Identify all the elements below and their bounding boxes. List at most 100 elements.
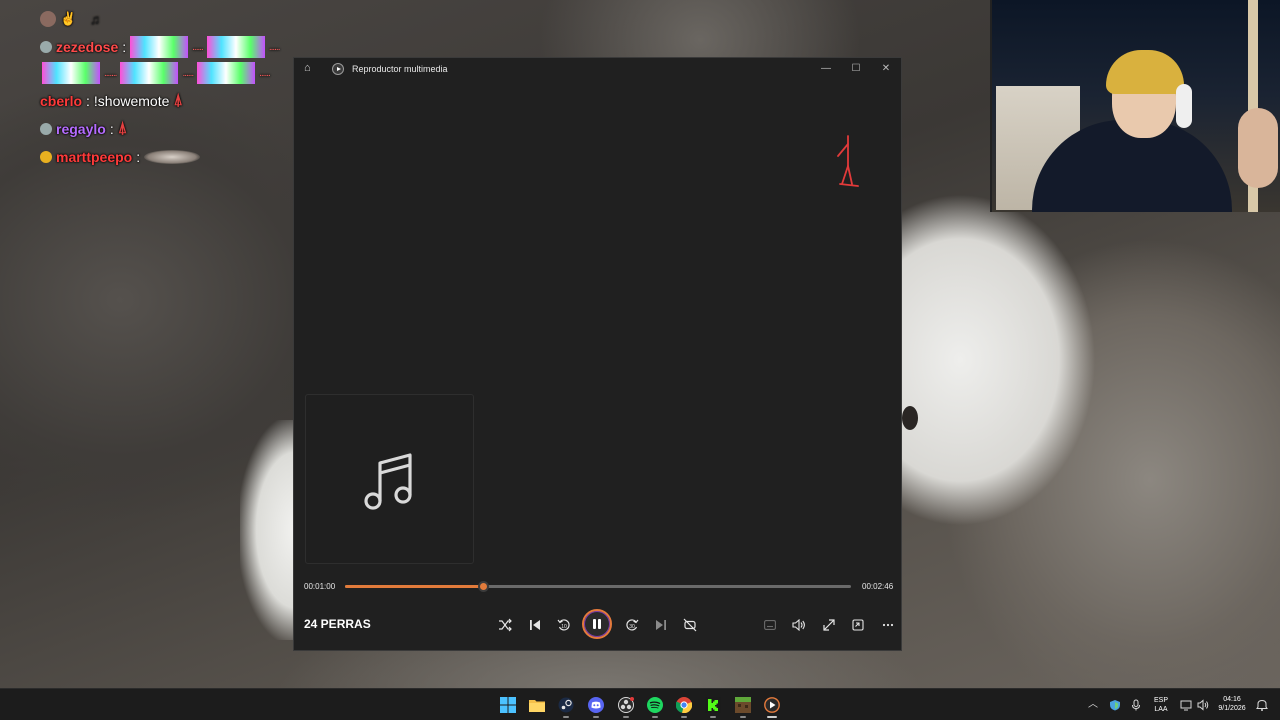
- webcam-overlay: [990, 0, 1280, 212]
- running-indicator: [652, 716, 658, 718]
- windows-start-icon: [500, 697, 516, 713]
- volume-button[interactable]: [789, 615, 809, 635]
- chat-colon: :: [109, 121, 114, 137]
- media-player-app-icon: [332, 63, 344, 75]
- minecraft-button[interactable]: [734, 696, 752, 714]
- music-note-icon: [364, 453, 412, 510]
- chat-username[interactable]: marttpeepo: [56, 149, 132, 165]
- keyboard-layout-code: LAA: [1154, 706, 1168, 713]
- media-player-window[interactable]: ⌂ Reproductor multimedia — ☐ ✕ 00:01:00: [293, 57, 902, 651]
- dots-emote-icon: ......: [268, 41, 281, 53]
- taskbar: ︿ ESP LAA 04:16 9/1/2026: [0, 688, 1280, 720]
- chat-line: cberlo: !showemote ⍋: [40, 90, 183, 112]
- home-icon[interactable]: ⌂: [304, 62, 311, 74]
- chat-username[interactable]: regaylo: [56, 121, 106, 137]
- media-player-taskbar-button[interactable]: [763, 696, 781, 714]
- chat-badge-icon: [40, 123, 52, 135]
- shuffle-icon: [499, 618, 512, 632]
- spotify-icon: [647, 697, 663, 713]
- svg-text:30: 30: [629, 624, 635, 630]
- chat-colon: :: [86, 93, 90, 109]
- chat-username[interactable]: zezedose: [56, 39, 118, 55]
- rainbow-emote-icon: [197, 62, 256, 84]
- running-indicator: [681, 716, 687, 718]
- chat-message: !showemote: [93, 93, 170, 109]
- chrome-icon: [676, 697, 692, 713]
- seek-thumb[interactable]: [477, 581, 489, 592]
- next-icon: [656, 620, 666, 630]
- previous-icon: [530, 620, 540, 630]
- maximize-button[interactable]: ☐: [841, 60, 871, 78]
- clock-date: 9/1/2026: [1218, 705, 1246, 712]
- chat-line: regaylo: ⍋: [40, 118, 127, 140]
- minecraft-icon: [735, 697, 751, 713]
- microphone-icon[interactable]: [1130, 699, 1142, 711]
- running-indicator: [740, 716, 746, 718]
- mini-player-button[interactable]: [848, 615, 868, 635]
- chat-colon: :: [136, 149, 141, 165]
- rainbow-emote-icon: [130, 36, 189, 58]
- spotify-button[interactable]: [646, 696, 664, 714]
- steam-button[interactable]: [557, 696, 575, 714]
- security-shield-icon[interactable]: [1109, 699, 1121, 711]
- rainbow-emote-icon: [120, 62, 179, 84]
- stickman-emote-icon: ⍋: [117, 120, 128, 137]
- kick-button[interactable]: [704, 696, 722, 714]
- forward-30-button[interactable]: 30: [622, 615, 642, 635]
- next-button[interactable]: [651, 615, 671, 635]
- language-code: ESP: [1153, 697, 1168, 704]
- window-title: Reproductor multimedia: [352, 64, 448, 74]
- fullscreen-button[interactable]: [819, 615, 839, 635]
- chat-badge-icon: [40, 41, 52, 53]
- folder-icon: [529, 700, 545, 712]
- chat-line: ....... ...... ......: [42, 62, 271, 84]
- pause-icon: [593, 619, 601, 629]
- chat-username[interactable]: cberlo: [40, 93, 82, 109]
- file-explorer-button[interactable]: [528, 696, 546, 714]
- emote-hands-icon: ✌: [60, 11, 77, 26]
- subtitles-button[interactable]: [760, 615, 780, 635]
- steam-icon: [558, 697, 574, 713]
- title-bar[interactable]: ⌂ Reproductor multimedia — ☐ ✕: [294, 58, 901, 80]
- kick-icon: [705, 697, 721, 713]
- repeat-off-icon: [683, 618, 697, 632]
- network-icon[interactable]: [1180, 699, 1192, 711]
- shuffle-button[interactable]: [495, 615, 515, 635]
- webcam-person-hand: [1238, 108, 1278, 188]
- seek-slider[interactable]: [345, 581, 851, 592]
- volume-icon: [792, 619, 805, 631]
- subtitles-icon: [764, 620, 776, 630]
- webcam-headphones: [1176, 84, 1192, 128]
- running-indicator: [710, 716, 716, 718]
- forward-30-icon: 30: [626, 619, 639, 631]
- album-art: [305, 394, 474, 564]
- discord-button[interactable]: [587, 696, 605, 714]
- chat-line: zezedose: ...... ......: [40, 36, 281, 58]
- input-language[interactable]: ESP LAA: [1150, 696, 1172, 714]
- close-button[interactable]: ✕: [871, 60, 901, 78]
- minimize-button[interactable]: —: [811, 60, 841, 78]
- track-title[interactable]: 24 PERRAS: [304, 617, 371, 631]
- dots-emote-icon: ......: [182, 67, 194, 79]
- time-total: 00:02:46: [862, 582, 894, 591]
- svg-text:10: 10: [561, 624, 567, 630]
- rewind-10-button[interactable]: 10: [554, 615, 574, 635]
- more-options-button[interactable]: [878, 615, 898, 635]
- music-emote-icon: ♫: [90, 11, 100, 27]
- dots-emote-icon: ......: [259, 67, 271, 79]
- chevron-up-icon[interactable]: ︿: [1087, 699, 1099, 711]
- obs-icon: [618, 697, 634, 713]
- chat-badge-icon: [40, 151, 52, 163]
- rewind-10-icon: 10: [557, 619, 570, 631]
- chat-line: marttpeepo:: [40, 146, 201, 168]
- running-indicator: [593, 716, 599, 718]
- clock[interactable]: 04:16 9/1/2026: [1214, 695, 1250, 713]
- start-button[interactable]: [499, 696, 517, 714]
- volume-tray-icon[interactable]: [1197, 699, 1209, 711]
- previous-button[interactable]: [525, 615, 545, 635]
- pause-button[interactable]: [582, 609, 612, 639]
- obs-button[interactable]: [617, 696, 635, 714]
- chrome-button[interactable]: [675, 696, 693, 714]
- notifications-icon[interactable]: [1256, 699, 1268, 711]
- repeat-button[interactable]: [680, 615, 700, 635]
